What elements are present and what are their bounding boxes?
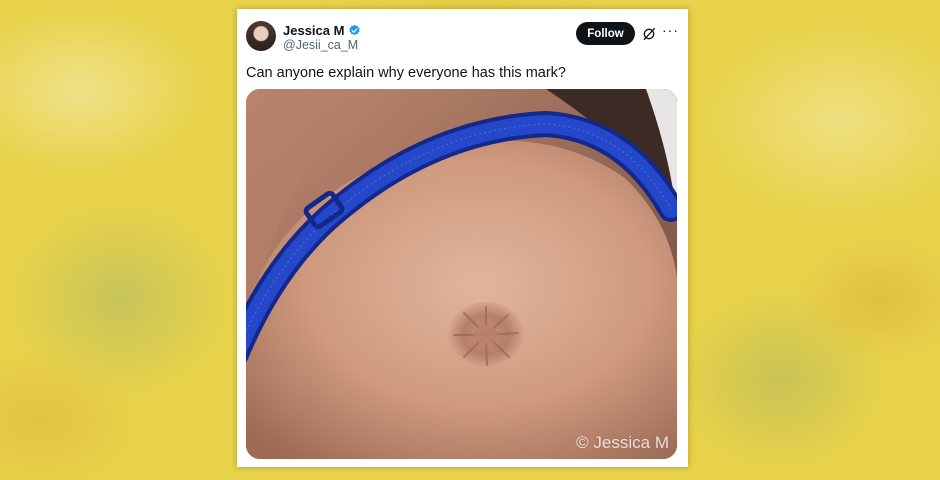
more-options-icon[interactable]: ··· bbox=[662, 23, 678, 39]
author-name[interactable]: Jessica M bbox=[283, 23, 344, 38]
avatar[interactable] bbox=[246, 21, 276, 51]
grok-icon[interactable] bbox=[641, 26, 657, 42]
vaccination-scar bbox=[448, 302, 524, 368]
image-watermark: © Jessica M bbox=[576, 433, 669, 452]
shoulder-photo bbox=[246, 89, 677, 459]
tweet-card: Jessica M @Jesii_ca_M Follow ··· Can any… bbox=[237, 9, 688, 467]
author-name-row: Jessica M bbox=[283, 23, 361, 38]
follow-button[interactable]: Follow bbox=[576, 22, 635, 45]
verified-badge-icon bbox=[349, 24, 361, 36]
author-handle[interactable]: @Jesii_ca_M bbox=[283, 38, 358, 52]
tweet-image[interactable]: © Jessica M bbox=[246, 89, 677, 459]
tweet-text: Can anyone explain why everyone has this… bbox=[246, 65, 566, 81]
